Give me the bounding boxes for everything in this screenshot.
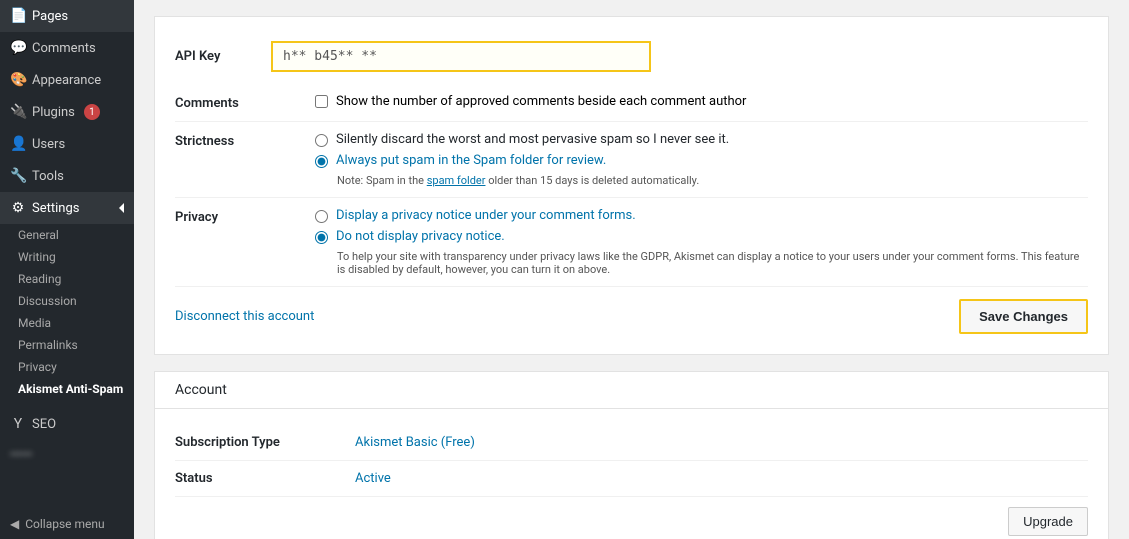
privacy-radio1[interactable] xyxy=(315,210,328,223)
strictness-label1: Silently discard the worst and most perv… xyxy=(336,132,729,147)
plugins-icon: 🔌 xyxy=(10,104,26,120)
comments-label: Comments xyxy=(175,94,315,111)
collapse-icon: ◀ xyxy=(10,517,19,531)
plugins-badge: 1 xyxy=(84,104,100,120)
strictness-note: Note: Spam in the spam folder older than… xyxy=(337,174,1088,187)
subscription-label: Subscription Type xyxy=(175,435,355,450)
comments-checkbox[interactable] xyxy=(315,95,328,108)
account-card: Account Subscription Type Akismet Basic … xyxy=(154,371,1109,539)
sidebar-seo[interactable]: Y SEO xyxy=(0,408,134,440)
account-title: Account xyxy=(155,372,1108,409)
sidebar-sub-akismet[interactable]: Akismet Anti-Spam xyxy=(0,378,134,400)
blurred-item: •••••• xyxy=(10,448,32,461)
strictness-radio2[interactable] xyxy=(315,155,328,168)
seo-icon: Y xyxy=(10,416,26,432)
sidebar-item-comments[interactable]: 💬 Comments xyxy=(0,32,134,64)
strictness-row: Strictness Silently discard the worst an… xyxy=(175,122,1088,198)
privacy-row: Privacy Display a privacy notice under y… xyxy=(175,198,1088,287)
api-key-label: API Key xyxy=(175,49,255,64)
save-row: Disconnect this account Save Changes xyxy=(175,287,1088,338)
api-key-row: API Key xyxy=(175,33,1088,84)
sidebar-sub-general[interactable]: General xyxy=(0,224,134,246)
sidebar-item-pages[interactable]: 📄 Pages xyxy=(0,0,134,32)
sidebar: 📄 Pages 💬 Comments 🎨 Appearance 🔌 Plugin… xyxy=(0,0,134,539)
settings-icon: ⚙ xyxy=(10,200,26,216)
collapse-menu-button[interactable]: ◀ Collapse menu xyxy=(0,509,134,539)
sidebar-sub-reading[interactable]: Reading xyxy=(0,268,134,290)
disconnect-link[interactable]: Disconnect this account xyxy=(175,309,314,324)
strictness-radio1[interactable] xyxy=(315,134,328,147)
privacy-radio2[interactable] xyxy=(315,231,328,244)
strictness-option2: Always put spam in the Spam folder for r… xyxy=(315,153,1088,168)
subscription-row: Subscription Type Akismet Basic (Free) xyxy=(175,425,1088,461)
sidebar-sub-discussion[interactable]: Discussion xyxy=(0,290,134,312)
sidebar-item-plugins[interactable]: 🔌 Plugins 1 xyxy=(0,96,134,128)
tools-icon: 🔧 xyxy=(10,168,26,184)
pages-icon: 📄 xyxy=(10,8,26,24)
strictness-option1: Silently discard the worst and most perv… xyxy=(315,132,1088,147)
sidebar-item-settings[interactable]: ⚙ Settings xyxy=(0,192,134,224)
strictness-content: Silently discard the worst and most perv… xyxy=(315,132,1088,187)
api-key-input[interactable] xyxy=(271,41,651,72)
save-changes-button[interactable]: Save Changes xyxy=(959,299,1088,334)
privacy-content: Display a privacy notice under your comm… xyxy=(315,208,1088,276)
main-content: API Key Comments Show the number of appr… xyxy=(134,0,1129,539)
sidebar-sub-media[interactable]: Media xyxy=(0,312,134,334)
strictness-label: Strictness xyxy=(175,132,315,149)
upgrade-row: Upgrade xyxy=(175,497,1088,539)
status-row: Status Active xyxy=(175,461,1088,497)
sidebar-item-appearance[interactable]: 🎨 Appearance xyxy=(0,64,134,96)
comments-checkbox-option: Show the number of approved comments bes… xyxy=(315,94,1088,109)
sidebar-blurred[interactable]: •••••• xyxy=(0,440,134,469)
comments-icon: 💬 xyxy=(10,40,26,56)
comments-checkbox-label: Show the number of approved comments bes… xyxy=(336,94,746,109)
privacy-label1: Display a privacy notice under your comm… xyxy=(336,208,636,223)
status-value: Active xyxy=(355,471,391,486)
sidebar-item-users[interactable]: 👤 Users xyxy=(0,128,134,160)
sidebar-item-tools[interactable]: 🔧 Tools xyxy=(0,160,134,192)
comments-content: Show the number of approved comments bes… xyxy=(315,94,1088,109)
status-label: Status xyxy=(175,471,355,486)
users-icon: 👤 xyxy=(10,136,26,152)
sidebar-sub-writing[interactable]: Writing xyxy=(0,246,134,268)
subscription-value: Akismet Basic (Free) xyxy=(355,435,475,450)
strictness-label2: Always put spam in the Spam folder for r… xyxy=(336,153,606,168)
privacy-option1: Display a privacy notice under your comm… xyxy=(315,208,1088,223)
sidebar-sub-privacy[interactable]: Privacy xyxy=(0,356,134,378)
privacy-option2: Do not display privacy notice. xyxy=(315,229,1088,244)
appearance-icon: 🎨 xyxy=(10,72,26,88)
settings-arrow-icon xyxy=(119,203,124,213)
spam-folder-link[interactable]: spam folder xyxy=(427,174,486,187)
privacy-sub-note: To help your site with transparency unde… xyxy=(337,250,1088,276)
privacy-label: Privacy xyxy=(175,208,315,225)
settings-card: API Key Comments Show the number of appr… xyxy=(154,16,1109,355)
comments-row: Comments Show the number of approved com… xyxy=(175,84,1088,122)
sidebar-sub-permalinks[interactable]: Permalinks xyxy=(0,334,134,356)
privacy-label2: Do not display privacy notice. xyxy=(336,229,505,244)
upgrade-button[interactable]: Upgrade xyxy=(1008,507,1088,536)
